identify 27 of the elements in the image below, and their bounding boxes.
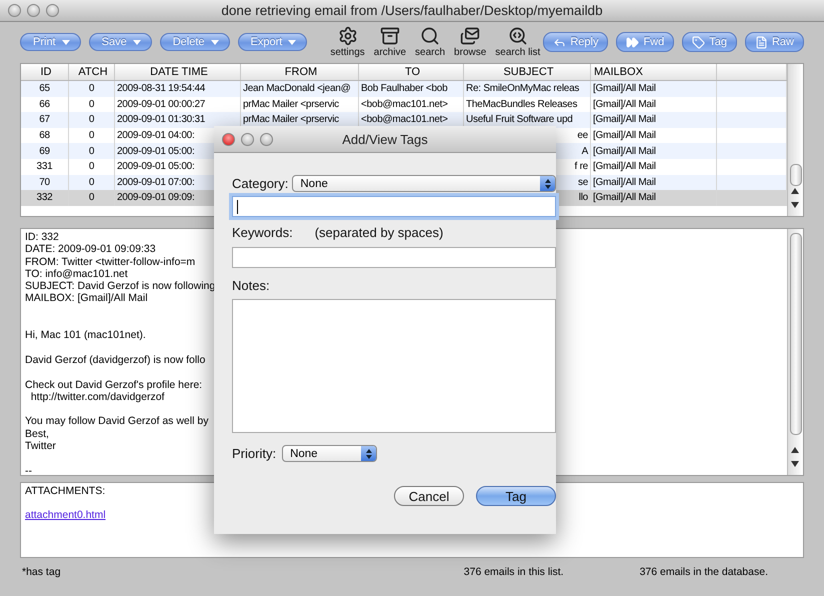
header-line: MAILBOX: [Gmail]/All Mail <box>25 292 148 305</box>
header-line: TO: info@mac101.net <box>25 268 128 280</box>
message-line: Check out David Gerzof's profile here: <box>25 378 202 391</box>
header-line: ID: 332 <box>25 231 59 244</box>
message-line: You may follow David Gerzof as well by <box>25 415 208 428</box>
message-line: Best, <box>25 428 49 440</box>
priority-label: Priority: <box>232 446 276 461</box>
notes-label: Notes: <box>232 278 270 293</box>
message-line: -- <box>25 464 32 475</box>
table-cell: 332 <box>21 190 69 206</box>
list-count: 376 emails in this list. <box>464 566 564 578</box>
attachments-heading: ATTACHMENTS: <box>25 485 106 497</box>
message-line: Twitter <box>25 440 56 452</box>
message-line: David Gerzof (davidgerzof) is now follo <box>25 354 206 366</box>
message-line: http://twitter.com/davidgerzof <box>30 390 164 404</box>
table-cell: 0 <box>69 190 115 206</box>
message-line: Hi, Mac 101 (mac101net). <box>25 329 146 342</box>
header-line: SUBJECT: David Gerzof is now following <box>25 280 216 292</box>
status-note: *has tag <box>22 566 61 578</box>
window-title: done retrieving email from /Users/faulhaber/Desktop/myemaildb <box>221 3 603 18</box>
header-line: FROM: Twitter <twitter-follow-info=m <box>25 256 196 268</box>
keywords-hint: (separated by spaces) <box>314 225 444 240</box>
header-line: DATE: 2009-09-01 09:09:33 <box>25 243 156 256</box>
database-count: 376 emails in the database. <box>640 566 768 578</box>
table-cell: [Gmail]/All Mail <box>591 190 717 206</box>
keywords-label: Keywords: <box>232 225 293 240</box>
dialog-title: Add/View Tags <box>342 132 428 146</box>
